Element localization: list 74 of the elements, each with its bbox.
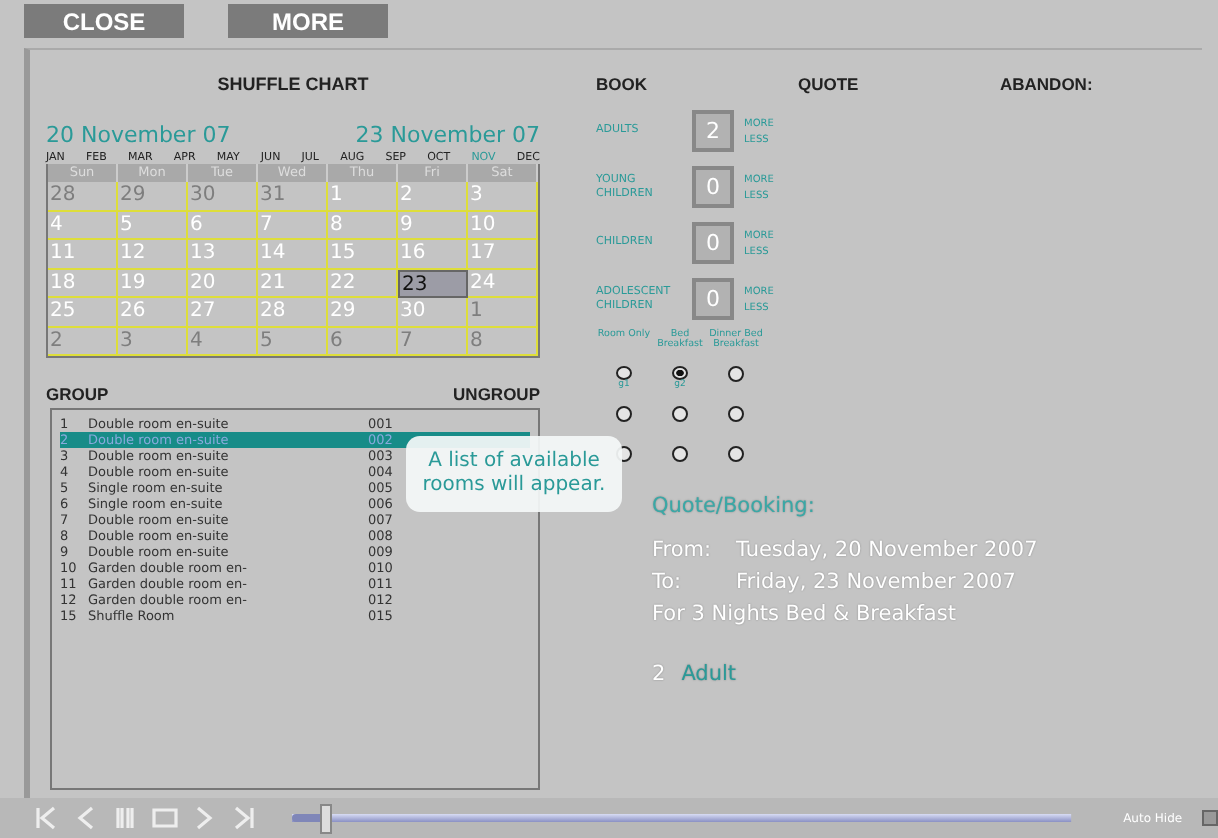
- calendar-day[interactable]: 30: [188, 182, 258, 211]
- calendar-day[interactable]: 7: [398, 327, 468, 356]
- tooltip: A list of available rooms will appear.: [406, 436, 622, 512]
- calendar-day[interactable]: 3: [118, 327, 188, 356]
- calendar-day[interactable]: 29: [118, 182, 188, 211]
- calendar-day[interactable]: 1: [328, 182, 398, 211]
- calendar-day[interactable]: 18: [48, 269, 118, 298]
- chart-title: SHUFFLE CHART: [215, 74, 371, 94]
- calendar-day[interactable]: 4: [48, 211, 118, 240]
- calendar-day[interactable]: 31: [258, 182, 328, 211]
- calendar-day[interactable]: 29: [328, 298, 398, 327]
- calendar-day[interactable]: 17: [468, 240, 538, 269]
- calendar-day[interactable]: 20: [188, 269, 258, 298]
- calendar-day[interactable]: 13: [188, 240, 258, 269]
- calendar-day[interactable]: 2: [398, 182, 468, 211]
- radio-button[interactable]: [728, 446, 744, 462]
- from-date: 20 November 07: [46, 122, 231, 148]
- guest-total: 2: [652, 662, 666, 686]
- calendar-day[interactable]: 8: [328, 211, 398, 240]
- auto-hide-checkbox[interactable]: [1202, 810, 1218, 826]
- calendar-day[interactable]: 1: [468, 298, 538, 327]
- radio-button[interactable]: [672, 406, 688, 422]
- calendar-day[interactable]: 23: [398, 269, 468, 298]
- to-label: To:: [652, 570, 684, 594]
- top-button[interactable]: CLOSE: [24, 4, 184, 38]
- guest-type: Adult: [681, 662, 737, 686]
- calendar-day[interactable]: 24: [468, 269, 538, 298]
- radio-button[interactable]: [672, 366, 688, 380]
- calendar-day[interactable]: 5: [258, 327, 328, 356]
- calendar-day[interactable]: 15: [328, 240, 398, 269]
- group-link[interactable]: GROUP: [46, 384, 109, 404]
- calendar-day[interactable]: 6: [188, 211, 258, 240]
- calendar-day[interactable]: 27: [188, 298, 258, 327]
- to-date: 23 November 07: [355, 122, 540, 148]
- quote-heading: Quote/Booking:: [652, 494, 817, 518]
- stay-summary: For 3 Nights Bed & Breakfast: [652, 602, 958, 626]
- top-button[interactable]: MORE: [228, 4, 388, 38]
- ungroup-link[interactable]: UNGROUP: [453, 384, 540, 404]
- action-link[interactable]: BOOK: [596, 74, 798, 94]
- progress-thumb[interactable]: [319, 803, 332, 833]
- calendar-day[interactable]: 14: [258, 240, 328, 269]
- calendar-day[interactable]: 6: [328, 327, 398, 356]
- calendar-day[interactable]: 2: [48, 327, 118, 356]
- from-label: From:: [652, 538, 714, 562]
- calendar-day[interactable]: 5: [118, 211, 188, 240]
- calendar-day[interactable]: 25: [48, 298, 118, 327]
- radio-button[interactable]: [616, 366, 632, 380]
- action-link[interactable]: QUOTE: [798, 74, 1000, 94]
- calendar-day[interactable]: 28: [48, 182, 118, 211]
- to-value: Friday, 23 November 2007: [736, 570, 1016, 594]
- calendar-day[interactable]: 4: [188, 327, 258, 356]
- calendar-day[interactable]: 3: [468, 182, 538, 211]
- calendar-day[interactable]: 19: [118, 269, 188, 298]
- radio-button[interactable]: [728, 406, 744, 422]
- from-value: Tuesday, 20 November 2007: [736, 538, 1038, 562]
- calendar-day[interactable]: 10: [468, 211, 538, 240]
- calendar-day[interactable]: 8: [468, 327, 538, 356]
- calendar-day[interactable]: 12: [118, 240, 188, 269]
- action-link[interactable]: ABANDON:: [1000, 74, 1202, 94]
- radio-button[interactable]: [728, 366, 744, 382]
- calendar-day[interactable]: 28: [258, 298, 328, 327]
- guest-count-field[interactable]: 0: [692, 222, 734, 264]
- guest-count-field[interactable]: 0: [692, 278, 734, 320]
- calendar-day[interactable]: 9: [398, 211, 468, 240]
- calendar-day[interactable]: 11: [48, 240, 118, 269]
- calendar-day[interactable]: 7: [258, 211, 328, 240]
- calendar-day[interactable]: 30: [398, 298, 468, 327]
- calendar-day[interactable]: 26: [118, 298, 188, 327]
- calendar-day[interactable]: 21: [258, 269, 328, 298]
- skip-start-icon[interactable]: [31, 804, 60, 832]
- guest-count-field[interactable]: 0: [692, 166, 734, 208]
- radio-button[interactable]: [616, 406, 632, 422]
- radio-button[interactable]: [672, 446, 688, 462]
- guest-count-field[interactable]: 2: [692, 110, 734, 152]
